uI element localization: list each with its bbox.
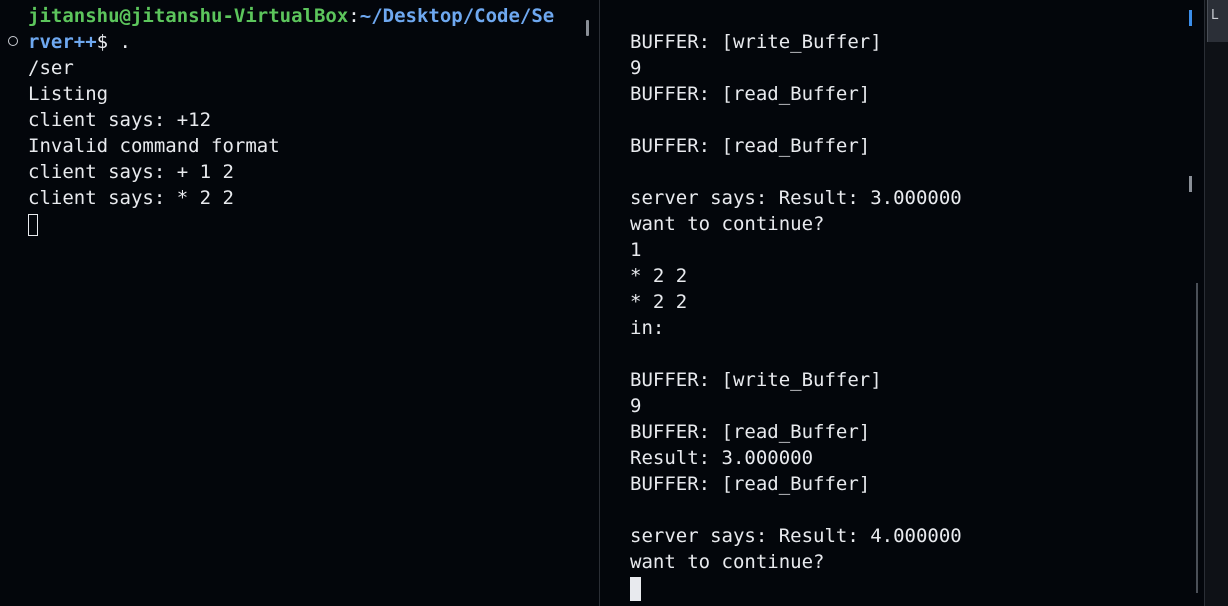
output-line: * 2 2 <box>630 265 688 287</box>
output-line: 9 <box>630 395 642 417</box>
output-line: want to continue? <box>630 551 825 573</box>
ruler-mark <box>1189 176 1192 192</box>
side-panel-strip: L <box>1204 0 1228 606</box>
left-scrollbar-thumb[interactable] <box>586 20 589 36</box>
output-line: client says: +12 <box>28 109 212 131</box>
output-line: server says: Result: 3.000000 <box>630 187 962 209</box>
output-line: Invalid command format <box>28 135 280 157</box>
side-panel-tab[interactable]: L <box>1207 0 1228 42</box>
output-line: BUFFER: [read_Buffer] <box>630 473 871 495</box>
output-line: /ser <box>28 57 74 79</box>
ruler-accent-mark <box>1189 10 1192 26</box>
output-line: 1 <box>630 239 642 261</box>
output-line: server says: Result: 4.000000 <box>630 525 962 547</box>
terminal-window: jitanshu@jitanshu-VirtualBox:~/Desktop/C… <box>0 0 1228 606</box>
right-scrollbar[interactable] <box>1194 0 1200 606</box>
right-terminal-output: BUFFER: [write_Buffer] 9 BUFFER: [read_B… <box>630 29 962 601</box>
overview-ruler[interactable] <box>1189 0 1193 600</box>
prompt-path-part2: rver++ <box>28 31 97 53</box>
output-line: BUFFER: [read_Buffer] <box>630 83 871 105</box>
side-panel-tab-label: L <box>1211 8 1219 23</box>
terminal-cursor <box>630 576 641 601</box>
output-line: BUFFER: [read_Buffer] <box>630 421 871 443</box>
right-scrollbar-thumb[interactable] <box>1196 283 1198 593</box>
terminal-cursor <box>28 213 38 236</box>
prompt-line-1: jitanshu@jitanshu-VirtualBox:~/Desktop/C… <box>28 3 554 29</box>
output-line: BUFFER: [write_Buffer] <box>630 369 882 391</box>
output-line: 9 <box>630 57 642 79</box>
prompt-symbol: $ . <box>96 31 131 53</box>
prompt-line-2: rver++$ . <box>28 29 554 55</box>
cursor-line <box>28 211 554 237</box>
prompt-path-part1: ~/Desktop/Code/Se <box>359 5 555 27</box>
left-terminal-output: jitanshu@jitanshu-VirtualBox:~/Desktop/C… <box>28 3 554 237</box>
output-line: client says: + 1 2 <box>28 161 234 183</box>
output-line: BUFFER: [write_Buffer] <box>630 31 882 53</box>
output-line: * 2 2 <box>630 291 688 313</box>
left-scrollbar[interactable] <box>585 0 591 606</box>
output-line: BUFFER: [read_Buffer] <box>630 135 871 157</box>
pane-divider[interactable] <box>599 0 600 606</box>
right-terminal-pane[interactable]: BUFFER: [write_Buffer] 9 BUFFER: [read_B… <box>601 0 1204 606</box>
output-line: want to continue? <box>630 213 825 235</box>
output-line: Listing <box>28 83 109 105</box>
prompt-user-host: jitanshu@jitanshu-VirtualBox <box>28 5 349 27</box>
cursor-line <box>630 575 962 601</box>
output-line: in: <box>630 317 665 339</box>
left-terminal-pane[interactable]: jitanshu@jitanshu-VirtualBox:~/Desktop/C… <box>0 0 598 606</box>
output-line: client says: * 2 2 <box>28 187 234 209</box>
command-status-circle-icon <box>8 36 18 46</box>
prompt-colon: : <box>348 5 360 27</box>
output-line: Result: 3.000000 <box>630 447 814 469</box>
